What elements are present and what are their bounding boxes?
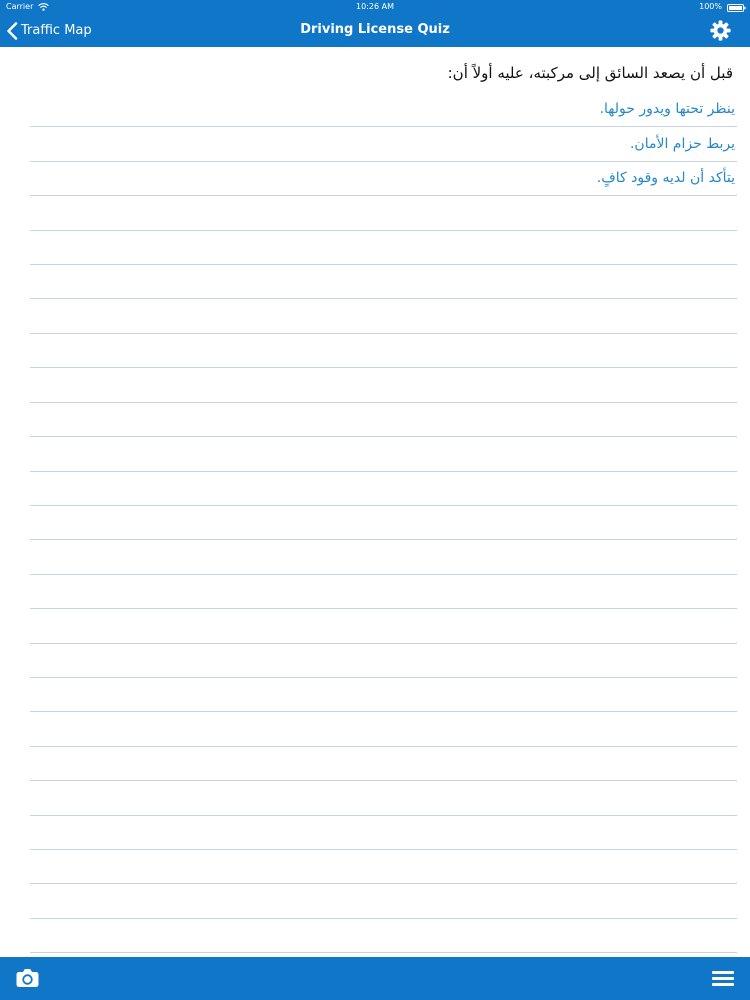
row-separator [30,367,737,368]
row-separator [30,264,737,265]
question-text: قبل أن يصعد السائق إلى مركبته، عليه أولا… [447,64,733,82]
row-separator [30,333,737,334]
row-separator [30,608,737,609]
row-separator [30,195,737,196]
row-separator [30,780,737,781]
row-separator [30,230,737,231]
camera-button[interactable] [15,967,40,989]
top-navigation-bar: Carrier 10:26 AM 100% Traffic Map Drivin… [0,0,750,47]
status-time: 10:26 AM [356,2,394,11]
row-separator [30,849,737,850]
row-separator [30,711,737,712]
answer-option-2[interactable]: يربط حزام الأمان. [630,134,735,154]
row-separator [30,643,737,644]
navigation-bar: Traffic Map Driving License Quiz [0,14,750,47]
row-separator [30,298,737,299]
quiz-content: قبل أن يصعد السائق إلى مركبته، عليه أولا… [0,47,750,957]
row-separator [30,126,737,127]
row-separator [30,505,737,506]
battery-icon [727,3,746,12]
status-bar: Carrier 10:26 AM 100% [0,0,750,14]
row-separator [30,436,737,437]
row-separator [30,471,737,472]
row-separator [30,883,737,884]
menu-button[interactable] [712,970,734,987]
bottom-toolbar [0,957,750,1000]
battery-percent: 100% [699,2,722,11]
row-separator [30,161,737,162]
gear-icon [709,19,732,42]
row-separator [30,746,737,747]
answer-option-1[interactable]: ينظر تحتها ويدور حولها. [600,99,735,119]
menu-icon [712,970,734,987]
row-separator [30,677,737,678]
camera-icon [15,967,40,989]
row-separator [30,574,737,575]
page-title: Driving License Quiz [300,22,450,37]
row-separator [30,402,737,403]
settings-button[interactable] [709,19,732,42]
row-separator [30,918,737,919]
row-separator [30,539,737,540]
row-separator [30,815,737,816]
answer-option-3[interactable]: يتأكد أن لديه وقود كافٍ. [597,168,735,188]
row-separator [30,952,737,953]
